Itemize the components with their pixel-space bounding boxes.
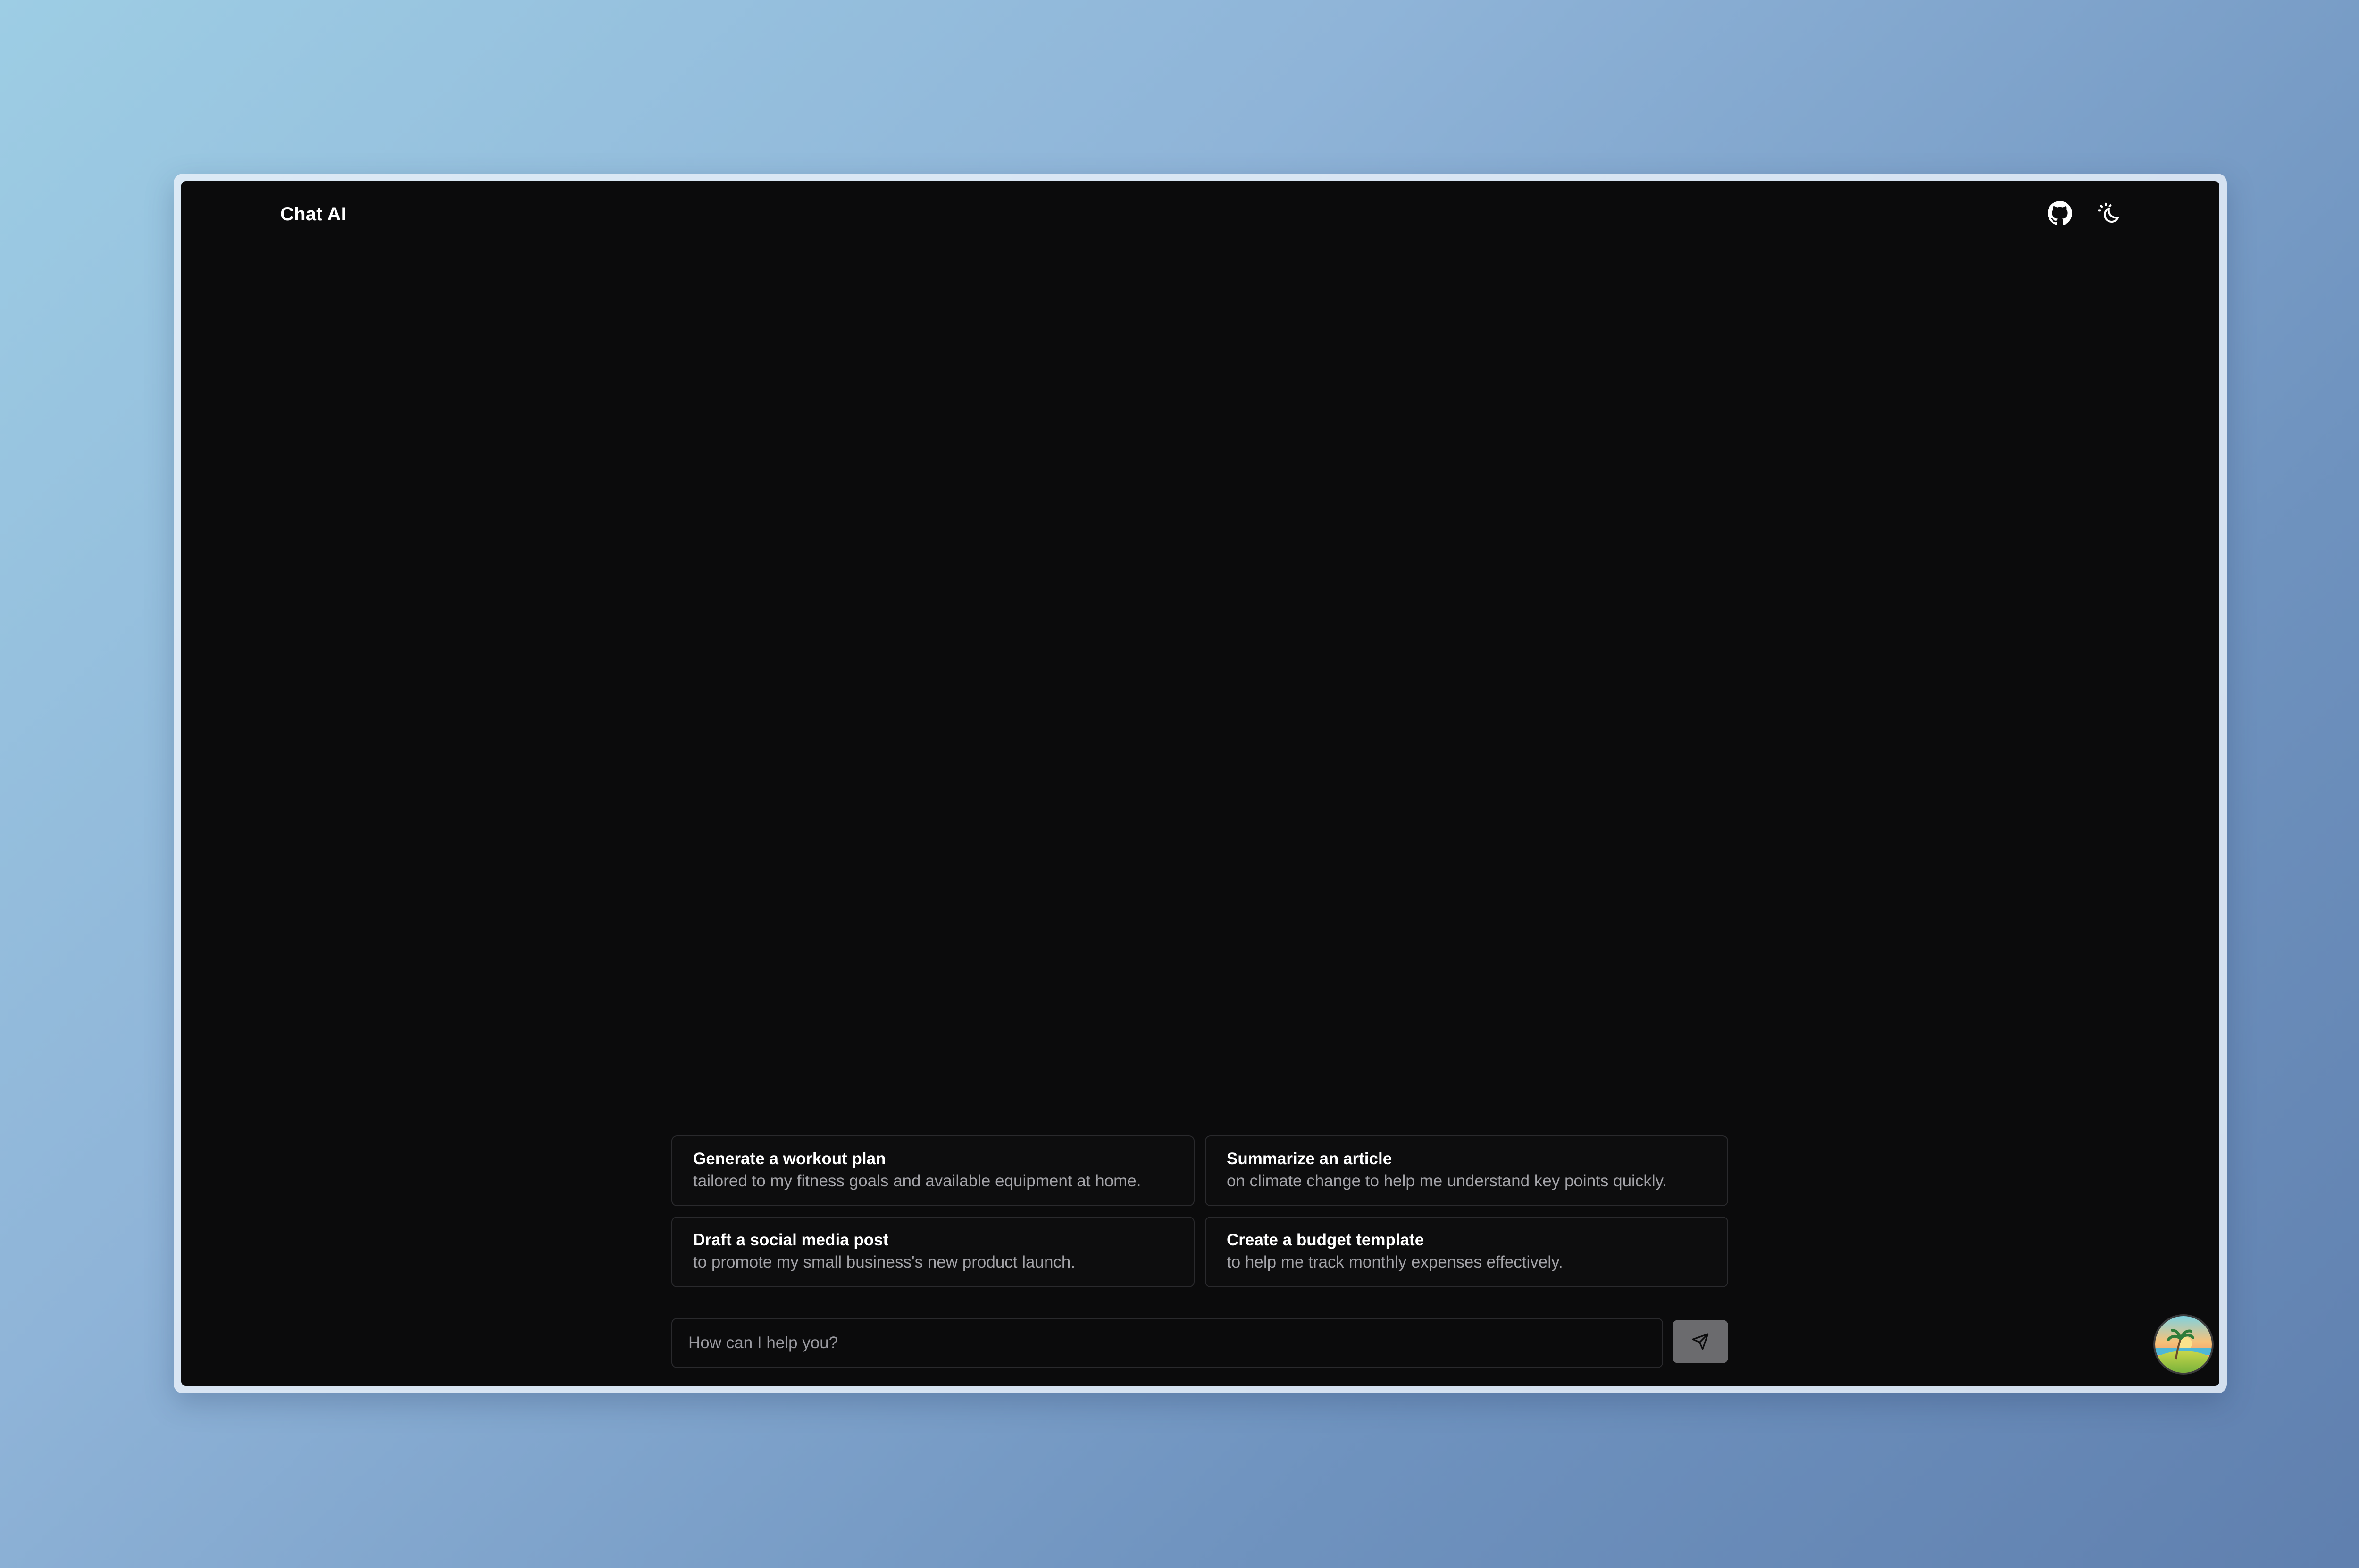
suggestion-title: Create a budget template [1227, 1231, 1424, 1249]
suggestion-card-summarize[interactable]: Summarize an article on climate change t… [1205, 1135, 1728, 1206]
message-composer [671, 1318, 1728, 1368]
app-title: Chat AI [280, 204, 346, 225]
suggestion-subtitle: to promote my small business's new produ… [693, 1253, 1076, 1271]
user-avatar[interactable] [2155, 1316, 2212, 1373]
suggestion-grid: Generate a workout plan tailored to my f… [671, 1135, 1728, 1287]
theme-toggle-icon [2098, 202, 2119, 223]
theme-toggle-button[interactable] [2096, 200, 2122, 226]
send-icon [1692, 1333, 1709, 1350]
github-link[interactable] [2047, 200, 2073, 226]
suggestion-subtitle: on climate change to help me understand … [1227, 1172, 1667, 1190]
avatar-image [2155, 1316, 2212, 1373]
suggestion-title: Generate a workout plan [693, 1150, 886, 1168]
chat-app: Chat AI Generate a workout plan tailored… [181, 181, 2219, 1386]
header-actions [2047, 200, 2122, 226]
suggestion-title: Draft a social media post [693, 1231, 889, 1249]
header: Chat AI [181, 181, 2219, 248]
suggestion-card-budget[interactable]: Create a budget template to help me trac… [1205, 1217, 1728, 1287]
suggestion-title: Summarize an article [1227, 1150, 1392, 1168]
chat-input[interactable] [671, 1318, 1663, 1368]
suggestion-subtitle: tailored to my fitness goals and availab… [693, 1172, 1141, 1190]
github-icon [2048, 201, 2072, 225]
suggestion-card-workout[interactable]: Generate a workout plan tailored to my f… [671, 1135, 1195, 1206]
suggestion-subtitle: to help me track monthly expenses effect… [1227, 1253, 1563, 1271]
suggestion-card-social-post[interactable]: Draft a social media post to promote my … [671, 1217, 1195, 1287]
browser-window: Chat AI Generate a workout plan tailored… [174, 174, 2227, 1393]
send-button[interactable] [1673, 1320, 1728, 1363]
